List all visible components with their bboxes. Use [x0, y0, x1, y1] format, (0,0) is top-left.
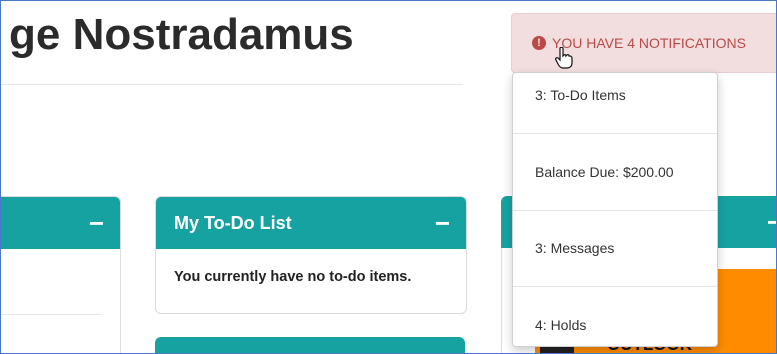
- hand-cursor-icon: [555, 47, 573, 69]
- left-panel-divider: [1, 314, 101, 315]
- notification-item-label: Balance Due: $200.00: [535, 164, 674, 180]
- todo-empty-message: You currently have no to-do items.: [174, 269, 412, 285]
- dropdown-divider: [513, 210, 717, 211]
- notification-item-holds[interactable]: 4: Holds: [513, 317, 717, 333]
- notification-item-balance[interactable]: Balance Due: $200.00: [513, 164, 717, 180]
- notifications-dropdown: 3: To-Do Items Balance Due: $200.00 3: M…: [512, 72, 718, 347]
- notification-item-label: 3: To-Do Items: [535, 87, 626, 103]
- left-panel-header: −: [1, 197, 120, 249]
- notification-item-label: 3: Messages: [535, 240, 615, 256]
- exclamation-circle-icon: !: [532, 36, 546, 50]
- todo-panel-title: My To-Do List: [174, 212, 292, 233]
- dropdown-divider: [513, 286, 717, 287]
- title-divider: [1, 84, 463, 85]
- notification-item-todo[interactable]: 3: To-Do Items: [513, 87, 717, 103]
- notifications-label: YOU HAVE 4 NOTIFICATIONS: [552, 35, 746, 51]
- next-panel-header: [155, 337, 465, 353]
- left-panel: −: [1, 196, 121, 353]
- right-panel-collapse-button[interactable]: −: [767, 209, 776, 235]
- screenshot-frame: ge Nostradamus − My To-Do List − You cur…: [0, 0, 777, 354]
- dropdown-divider: [513, 133, 717, 134]
- notifications-button[interactable]: ! YOU HAVE 4 NOTIFICATIONS: [511, 13, 776, 73]
- notification-item-messages[interactable]: 3: Messages: [513, 240, 717, 256]
- page-title: ge Nostradamus: [9, 10, 354, 59]
- left-panel-collapse-button[interactable]: −: [89, 210, 104, 236]
- todo-panel: My To-Do List − You currently have no to…: [155, 196, 467, 314]
- todo-collapse-button[interactable]: −: [435, 210, 450, 236]
- notification-item-label: 4: Holds: [535, 317, 587, 333]
- todo-panel-header: My To-Do List −: [156, 197, 466, 249]
